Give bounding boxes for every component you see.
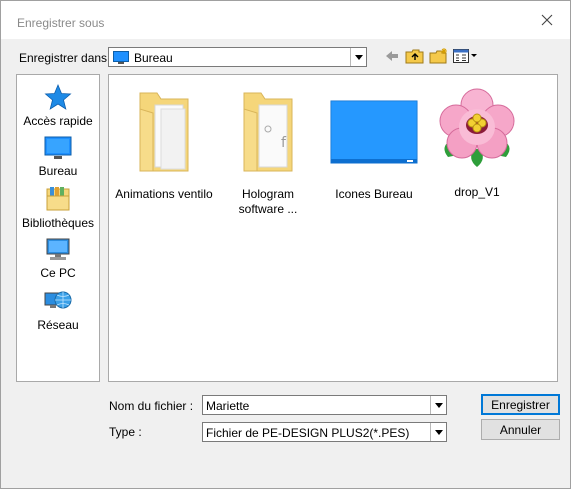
save-in-value: Bureau — [134, 51, 173, 65]
folder-icon — [139, 92, 189, 172]
save-button[interactable]: Enregistrer — [481, 394, 560, 415]
new-folder-button[interactable] — [429, 47, 449, 68]
back-arrow-icon — [386, 51, 398, 61]
file-item[interactable]: Icones Bureau — [319, 87, 429, 202]
close-icon — [541, 14, 553, 26]
file-name: Icones Bureau — [335, 187, 413, 201]
view-menu-button[interactable] — [452, 47, 480, 68]
folder-up-icon — [405, 49, 424, 64]
place-quick-access[interactable]: Accès rapide — [17, 83, 99, 128]
save-in-combo[interactable]: Bureau — [108, 47, 367, 67]
save-as-dialog: Enregistrer sous Enregistrer dans : Bure… — [0, 0, 571, 489]
file-name: drop_V1 — [454, 185, 500, 199]
chevron-down-icon — [434, 402, 443, 408]
cancel-button[interactable]: Annuler — [481, 419, 560, 440]
network-icon — [44, 291, 72, 309]
star-icon — [44, 83, 72, 110]
desktop-icon — [44, 136, 72, 159]
view-menu-icon — [453, 49, 477, 63]
libraries-icon — [46, 187, 70, 211]
filename-label: Nom du fichier : — [109, 399, 194, 413]
type-label: Type : — [109, 425, 142, 439]
place-label: Ce PC — [40, 266, 76, 280]
desktop-small-icon — [113, 51, 129, 64]
place-label: Accès rapide — [23, 114, 93, 128]
close-button[interactable] — [524, 1, 570, 39]
file-name: Animations ventilo — [115, 187, 213, 201]
place-libraries[interactable]: Bibliothèques — [17, 185, 99, 230]
file-name-line: software ... — [238, 202, 298, 216]
title-bar: Enregistrer sous — [1, 1, 570, 39]
place-network[interactable]: Réseau — [17, 289, 99, 332]
file-list: Animations ventilo f Hologram software ..… — [108, 74, 558, 382]
flower-icon — [439, 88, 515, 167]
chevron-down-icon — [354, 54, 363, 60]
place-this-pc[interactable]: Ce PC — [17, 237, 99, 280]
back-button[interactable] — [383, 47, 401, 68]
filename-input[interactable]: Mariette — [202, 395, 447, 415]
file-item[interactable]: drop_V1 — [422, 87, 532, 200]
file-item[interactable]: Animations ventilo — [109, 87, 219, 202]
file-type-select[interactable]: Fichier de PE-DESIGN PLUS2(*.PES) — [202, 422, 447, 442]
up-folder-button[interactable] — [405, 47, 425, 68]
filename-value: Mariette — [206, 399, 250, 413]
place-desktop[interactable]: Bureau — [17, 135, 99, 178]
place-label: Bureau — [38, 164, 78, 178]
file-name-line: Hologram — [241, 187, 295, 201]
file-type-dropdown-button[interactable] — [430, 423, 446, 441]
file-item[interactable]: f Hologram software ... — [213, 87, 323, 217]
save-in-label: Enregistrer dans : — [19, 51, 114, 65]
desktop-screen-icon — [330, 100, 418, 164]
dialog-title: Enregistrer sous — [17, 16, 105, 30]
place-label: Bibliothèques — [21, 216, 95, 230]
chevron-down-icon — [434, 429, 443, 435]
new-folder-icon — [429, 48, 447, 64]
file-name: Hologram software ... — [213, 187, 323, 217]
computer-icon — [46, 238, 70, 260]
filename-dropdown-button[interactable] — [430, 396, 446, 414]
save-in-dropdown-button[interactable] — [350, 48, 366, 66]
place-label: Réseau — [37, 318, 79, 332]
file-type-value: Fichier de PE-DESIGN PLUS2(*.PES) — [206, 426, 410, 440]
places-bar: Accès rapide Bureau Bibliothèques Ce PC … — [16, 74, 100, 382]
folder-icon: f — [243, 92, 293, 172]
